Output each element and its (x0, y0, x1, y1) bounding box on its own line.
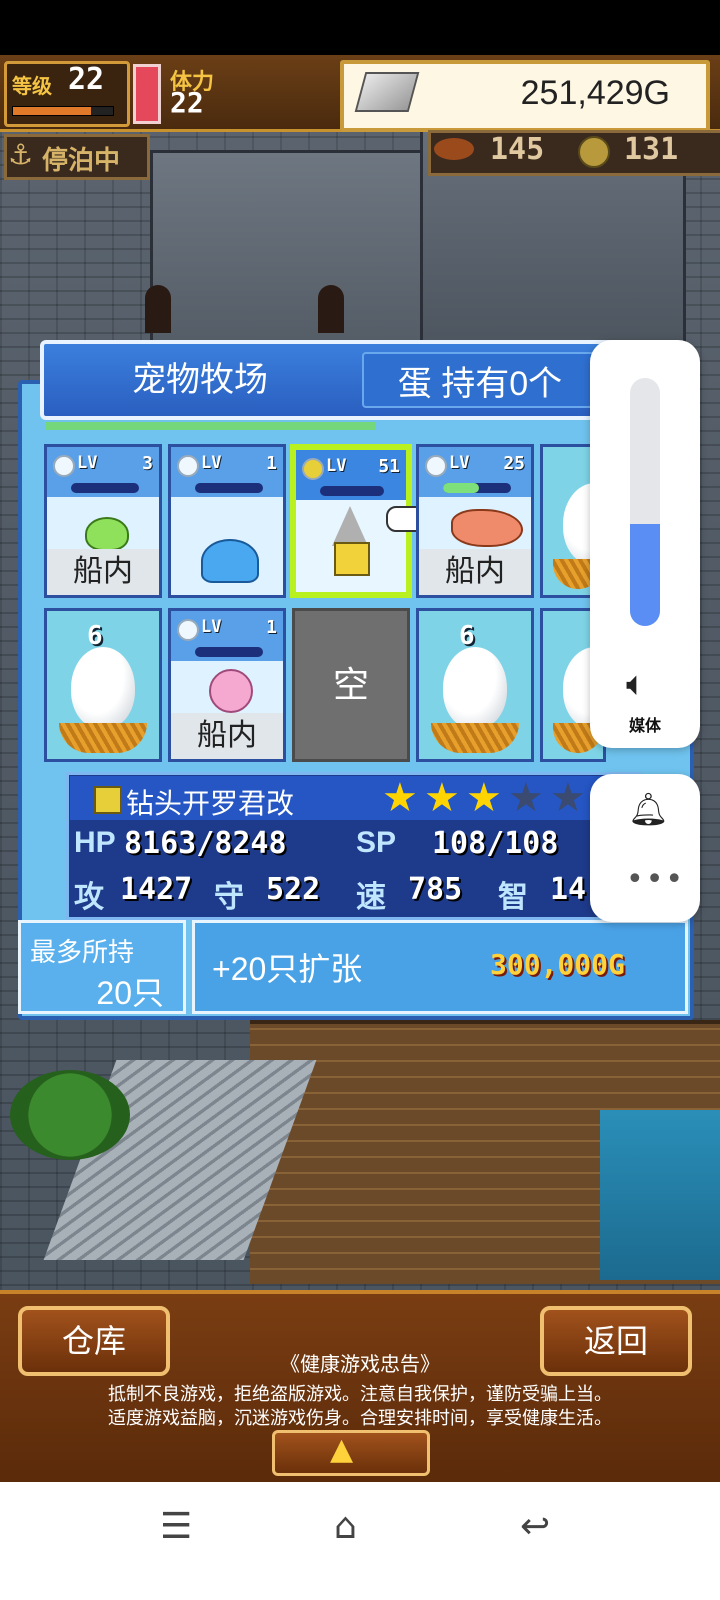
stamina-gauge (133, 64, 161, 124)
back-icon[interactable]: ↩ (520, 1506, 550, 1547)
menu-icon[interactable]: ☰ (160, 1506, 192, 1547)
media-label: 媒体 (628, 716, 661, 735)
volume-slider-fill (630, 524, 660, 626)
empty-label: 空 (332, 664, 369, 705)
more-icon[interactable]: ••• (626, 862, 685, 897)
pet-level: 3 (142, 453, 153, 474)
anchor-icon: ⚓ (8, 138, 34, 171)
castle-window (145, 285, 171, 333)
level-tag: LV (449, 453, 470, 473)
defense-label: 守 (214, 881, 244, 914)
ranch-title: 宠物牧场 (132, 361, 268, 399)
level-tag: LV (77, 453, 98, 473)
rabbit-pet-icon (209, 669, 253, 713)
attack-value: 1427 (120, 872, 193, 907)
egg-slot[interactable]: 6 (44, 608, 162, 762)
moored-status: 停泊中 (42, 146, 121, 176)
onboard-label: 船内 (419, 549, 531, 595)
pet-slot[interactable]: LV 25 船内 (416, 444, 534, 598)
sp-label: SP (356, 826, 397, 859)
health-advice-line: 适度游戏益脑，沉迷游戏伤身。合理安排时间，享受健康生活。 (108, 1408, 612, 1428)
pet-name: 钻头开罗君改 (126, 788, 295, 819)
slime-pet-icon (85, 517, 129, 551)
pet-slot[interactable]: LV 1 (168, 444, 286, 598)
intelligence-label: 智 (498, 881, 528, 914)
egg-count: 蛋 持有0个 (397, 365, 563, 403)
health-advice-line: 抵制不良游戏，拒绝盗版游戏。注意自我保护，谨防受骗上当。 (108, 1384, 612, 1404)
nest-icon (431, 723, 519, 753)
bell-icon[interactable]: 🔔︎ (628, 790, 669, 828)
pet-level: 51 (378, 456, 400, 477)
coin-value: 131 (624, 132, 679, 167)
onboard-label: 船内 (171, 713, 283, 759)
hp-label: HP (74, 826, 116, 859)
home-icon[interactable]: ⌂ (334, 1506, 357, 1547)
defense-value: 522 (266, 872, 321, 907)
speaker-icon[interactable]: 🔈︎ (626, 664, 646, 704)
water (600, 1110, 720, 1280)
level-value: 22 (68, 62, 105, 97)
nest-icon (59, 723, 147, 753)
exp-bar-fill (13, 107, 91, 115)
health-advice-title: 《健康游戏忠告》 (280, 1354, 440, 1376)
expand-label: +20只扩张 (212, 951, 363, 987)
attack-label: 攻 (74, 881, 104, 914)
element-icon (177, 455, 199, 477)
element-icon (177, 619, 199, 641)
progress-line (46, 422, 376, 430)
pet-slot[interactable]: LV 3 船内 (44, 444, 162, 598)
level-label: 等级 (12, 74, 52, 98)
capacity-label: 最多所持 (30, 937, 135, 967)
pet-level: 1 (266, 453, 277, 474)
pet-level: 25 (503, 453, 525, 474)
star-filled-icon: ★ (466, 775, 502, 821)
onboard-label: 船内 (47, 549, 159, 595)
food-value: 145 (490, 132, 545, 167)
capacity-value: 20只 (96, 975, 164, 1011)
level-tag: LV (201, 453, 222, 473)
pet-slot[interactable]: LV 1 船内 (168, 608, 286, 762)
hp-value: 8163/8248 (124, 826, 287, 861)
meat-icon (434, 138, 474, 160)
navigation-bar (0, 1482, 720, 1600)
egg-icon (71, 647, 135, 729)
egg-icon (443, 647, 507, 729)
silver-ingot-icon (354, 72, 420, 112)
element-icon (94, 786, 122, 814)
gold-value: 251,429G (520, 74, 670, 112)
element-icon (425, 455, 447, 477)
star-empty-icon: ★ (508, 775, 544, 821)
level-tag: LV (201, 617, 222, 637)
up-arrow-icon: ▲ (330, 1432, 354, 1467)
castle-window (318, 285, 344, 333)
coin-icon (578, 136, 610, 168)
egg-hatch-count: 6 (87, 621, 103, 651)
speed-value: 785 (408, 872, 463, 907)
element-icon (302, 458, 324, 480)
star-filled-icon: ★ (382, 775, 418, 821)
empty-slot[interactable]: 空 (292, 608, 410, 762)
egg-slot[interactable]: 6 (416, 608, 534, 762)
water-slime-pet-icon (201, 539, 259, 583)
element-icon (53, 455, 75, 477)
level-tag: LV (326, 456, 347, 476)
stamina-value: 22 (170, 86, 204, 119)
egg-hatch-count: 6 (459, 621, 475, 651)
star-filled-icon: ★ (424, 775, 460, 821)
pet-level: 1 (266, 617, 277, 638)
expand-cost: 300,000G (490, 948, 625, 981)
speed-label: 速 (356, 881, 386, 914)
kairobot-pet-icon (334, 542, 370, 576)
star-empty-icon: ★ (550, 775, 586, 821)
tree (10, 1070, 130, 1160)
drill-icon (332, 506, 368, 546)
sp-value: 108/108 (432, 826, 559, 861)
shrimp-pet-icon (451, 509, 523, 547)
intelligence-value: 14 (550, 872, 587, 907)
